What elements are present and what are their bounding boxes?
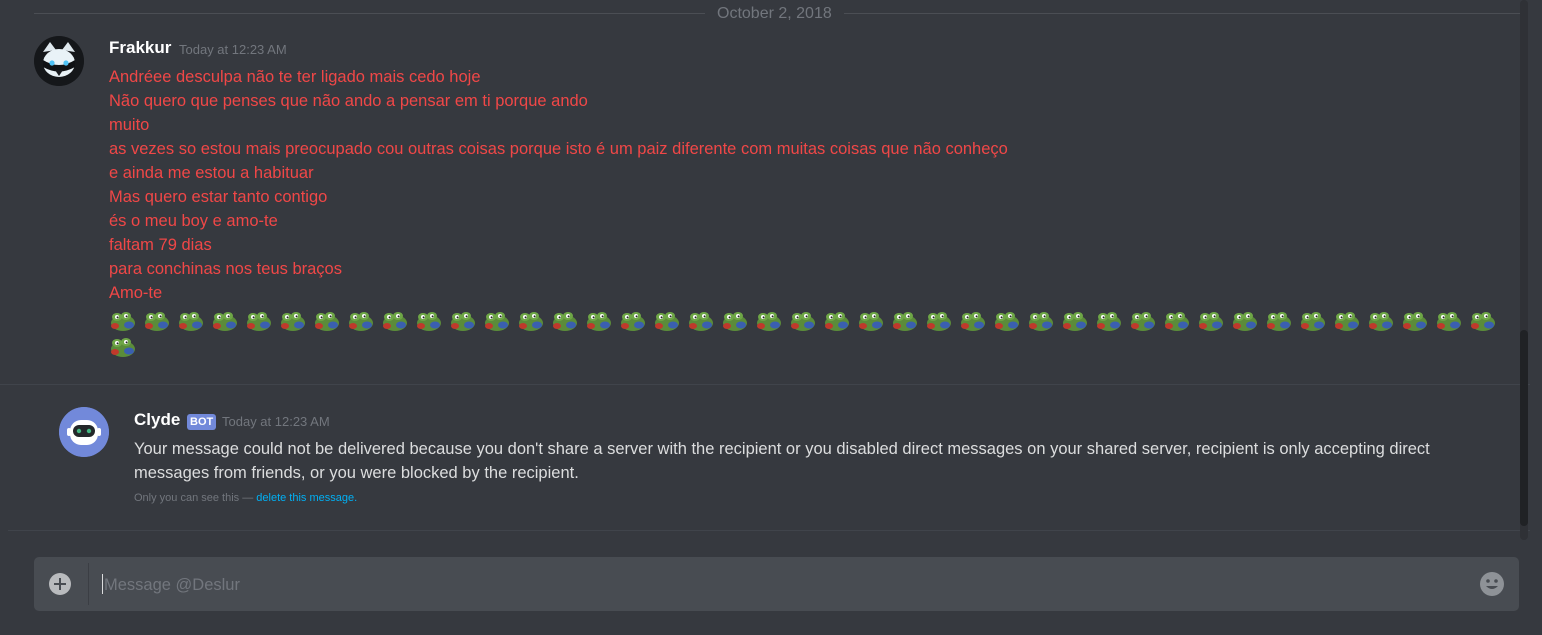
pepe-hug-emoji[interactable] <box>381 310 409 332</box>
avatar[interactable] <box>59 407 109 457</box>
pepe-hug-emoji[interactable] <box>177 310 205 332</box>
pepe-hug-emoji[interactable] <box>653 310 681 332</box>
pepe-hug-emoji[interactable] <box>755 310 783 332</box>
pepe-hug-emoji[interactable] <box>1197 310 1225 332</box>
pepe-hug-emoji[interactable] <box>109 310 137 332</box>
message-line: Andréee desculpa não te ter ligado mais … <box>109 68 481 86</box>
pepe-hug-emoji[interactable] <box>1027 310 1055 332</box>
message-line: e ainda me estou a habituar <box>109 164 314 182</box>
pepe-hug-emoji[interactable] <box>415 310 443 332</box>
pepe-hug-emoji[interactable] <box>1265 310 1293 332</box>
message-content: Your message could not be delivered beca… <box>134 440 1430 482</box>
pepe-hug-emoji[interactable] <box>279 310 307 332</box>
pepe-hug-emoji[interactable] <box>789 310 817 332</box>
message-composer <box>34 557 1519 611</box>
pepe-hug-emoji[interactable] <box>823 310 851 332</box>
ephemeral-note: Only you can see this — delete this mess… <box>134 492 357 504</box>
message-content: Andréee desculpa não te ter ligado mais … <box>109 65 1008 305</box>
author-name[interactable]: Frakkur <box>109 38 171 58</box>
pepe-hug-emoji[interactable] <box>211 310 239 332</box>
message-line: muito <box>109 116 150 134</box>
pepe-hug-emoji[interactable] <box>1401 310 1429 332</box>
pepe-hug-emoji[interactable] <box>585 310 613 332</box>
divider <box>88 563 89 605</box>
pepe-hug-emoji[interactable] <box>1163 310 1191 332</box>
date-divider: October 2, 2018 <box>705 4 844 24</box>
pepe-hug-emoji[interactable] <box>1129 310 1157 332</box>
message-line: Amo-te <box>109 284 163 302</box>
message-line: faltam 79 dias <box>109 236 212 254</box>
message-line: és o meu boy e amo-te <box>109 212 278 230</box>
message-line: Mas quero estar tanto contigo <box>109 188 328 206</box>
message-input[interactable] <box>102 567 1466 603</box>
pepe-hug-emoji[interactable] <box>245 310 273 332</box>
pepe-hug-emoji[interactable] <box>891 310 919 332</box>
pepe-hug-emoji[interactable] <box>687 310 715 332</box>
pepe-hug-emoji[interactable] <box>517 310 545 332</box>
pepe-hug-emoji[interactable] <box>347 310 375 332</box>
pepe-hug-emoji[interactable] <box>993 310 1021 332</box>
pepe-hug-emoji[interactable] <box>1469 310 1497 332</box>
chat-scroller[interactable]: October 2, 2018 Frakkur Today at 12:23 A… <box>0 0 1530 540</box>
pepe-hug-emoji[interactable] <box>925 310 953 332</box>
pepe-hug-emoji[interactable] <box>721 310 749 332</box>
message-group-clyde: Clyde BOT Today at 12:23 AM Your message… <box>0 384 1530 531</box>
message-group-frakkur: Frakkur Today at 12:23 AM Andréee descul… <box>0 30 1530 383</box>
pepe-hug-emoji[interactable] <box>1367 310 1395 332</box>
pepe-hug-emoji[interactable] <box>551 310 579 332</box>
avatar[interactable] <box>34 36 84 86</box>
emoji-picker-button[interactable] <box>1479 571 1505 597</box>
pepe-hug-emoji[interactable] <box>1299 310 1327 332</box>
smiley-icon <box>1480 572 1504 596</box>
pepe-hug-emoji[interactable] <box>1435 310 1463 332</box>
pepe-hug-emoji[interactable] <box>959 310 987 332</box>
bot-badge: BOT <box>187 414 217 430</box>
pepe-hug-emoji[interactable] <box>1061 310 1089 332</box>
pepe-hug-emoji[interactable] <box>143 310 171 332</box>
pepe-hug-emoji[interactable] <box>1333 310 1361 332</box>
message-line: as vezes so estou mais preocupado cou ou… <box>109 140 1008 158</box>
pepe-hug-emoji[interactable] <box>857 310 885 332</box>
plus-circle-icon <box>49 573 71 595</box>
text-caret <box>102 574 103 594</box>
message-line: para conchinas nos teus braços <box>109 260 342 278</box>
add-attachment-button[interactable] <box>48 572 72 596</box>
delete-message-link[interactable]: delete this message. <box>256 492 357 504</box>
scrollbar-thumb[interactable] <box>1520 330 1528 526</box>
message-timestamp: Today at 12:23 AM <box>222 414 330 429</box>
pepe-hug-emoji[interactable] <box>313 310 341 332</box>
divider <box>8 530 1530 531</box>
message-line: Não quero que penses que não ando a pens… <box>109 92 588 110</box>
pepe-hug-emoji[interactable] <box>619 310 647 332</box>
pepe-hug-emoji[interactable] <box>1095 310 1123 332</box>
ephemeral-label: Only you can see this — <box>134 492 257 504</box>
pepe-hug-emoji[interactable] <box>1231 310 1259 332</box>
pepe-hug-emoji[interactable] <box>109 336 137 358</box>
emoji-row <box>109 310 1519 362</box>
pepe-hug-emoji[interactable] <box>483 310 511 332</box>
message-timestamp: Today at 12:23 AM <box>179 42 287 57</box>
pepe-hug-emoji[interactable] <box>449 310 477 332</box>
author-name[interactable]: Clyde <box>134 410 180 430</box>
